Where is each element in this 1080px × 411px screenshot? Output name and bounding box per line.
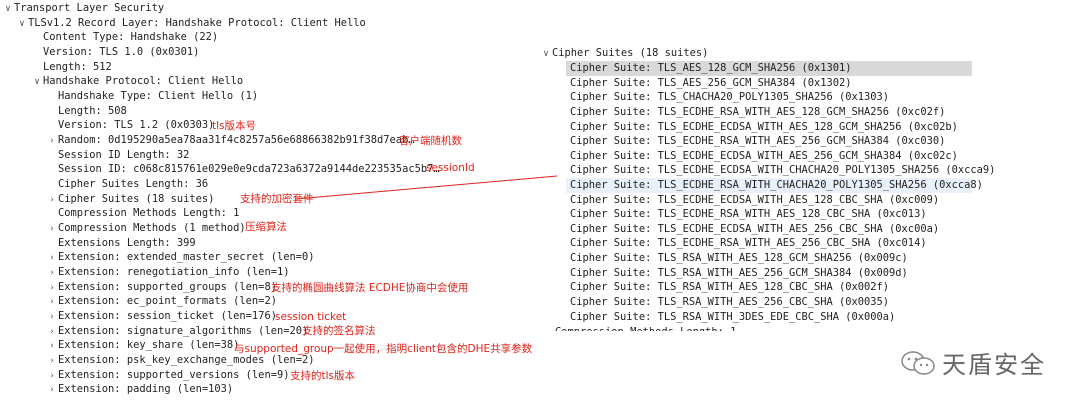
annotation-compression: 压缩算法 — [245, 221, 287, 233]
tree-row-ext-renegotiation-info[interactable]: › Extension: renegotiation_info (len=1) — [46, 265, 289, 280]
tree-row-tls[interactable]: ∨ Transport Layer Security — [2, 1, 164, 16]
cipher-suite-row[interactable]: Cipher Suite: TLS_ECDHE_ECDSA_WITH_CHACH… — [570, 163, 995, 178]
tree-row-record-layer[interactable]: ∨ TLSv1.2 Record Layer: Handshake Protoco… — [16, 16, 366, 31]
cipher-suite-row[interactable]: Cipher Suite: TLS_RSA_WITH_AES_256_CBC_S… — [570, 295, 889, 310]
cipher-suite-row[interactable]: Cipher Suite: TLS_ECDHE_ECDSA_WITH_AES_1… — [570, 120, 958, 135]
tree-row-cipher-suites[interactable]: › Cipher Suites (18 suites) — [46, 192, 214, 207]
expand-toggle-icon[interactable]: › — [46, 266, 58, 281]
cipher-suite-row[interactable]: Cipher Suite: TLS_RSA_WITH_3DES_EDE_CBC_… — [570, 310, 895, 325]
annotation-key-share: 与supported_group一起使用，指明client包含的DHE共享参数 — [234, 343, 533, 355]
tree-row-handshake-length[interactable]: Length: 508 — [46, 104, 127, 119]
cipher-suite-row[interactable]: Cipher Suite: TLS_ECDHE_ECDSA_WITH_AES_2… — [570, 149, 958, 164]
cipher-suite-row[interactable]: Cipher Suite: TLS_ECDHE_RSA_WITH_AES_128… — [570, 105, 945, 120]
cipher-suite-row[interactable]: Cipher Suite: TLS_ECDHE_RSA_WITH_AES_128… — [570, 207, 927, 222]
tree-row-ext-supported-versions[interactable]: › Extension: supported_versions (len=9) — [46, 368, 289, 383]
wechat-icon — [901, 350, 935, 375]
expand-toggle-icon[interactable]: › — [46, 134, 58, 149]
annotation-random: 客户端随机数 — [399, 135, 462, 147]
expand-toggle-icon[interactable]: › — [46, 383, 58, 398]
tree-row-cipher-suites-length[interactable]: Cipher Suites Length: 36 — [46, 177, 208, 192]
expand-toggle-icon[interactable]: › — [46, 310, 58, 325]
tree-row-content-type[interactable]: Content Type: Handshake (22) — [31, 30, 218, 45]
tree-row-handshake-version[interactable]: Version: TLS 1.2 (0x0303) — [46, 118, 214, 133]
expand-toggle-icon[interactable]: ∨ — [31, 75, 43, 90]
cipher-suite-row[interactable]: Cipher Suite: TLS_CHACHA20_POLY1305_SHA2… — [570, 90, 889, 105]
tree-row-record-version[interactable]: Version: TLS 1.0 (0x0301) — [31, 45, 199, 60]
tree-row-extensions-length[interactable]: Extensions Length: 399 — [46, 236, 196, 251]
annotation-session-ticket: session ticket — [275, 311, 347, 323]
tree-row-session-id-length[interactable]: Session ID Length: 32 — [46, 148, 189, 163]
cipher-suites-header[interactable]: ∨ Cipher Suites (18 suites) — [540, 46, 708, 61]
cipher-suite-row[interactable]: Cipher Suite: TLS_ECDHE_ECDSA_WITH_AES_2… — [570, 222, 939, 237]
cipher-suite-row[interactable]: Cipher Suite: TLS_ECDHE_RSA_WITH_AES_256… — [570, 134, 945, 149]
tree-row-record-length[interactable]: Length: 512 — [31, 60, 112, 75]
cipher-suite-row[interactable]: Cipher Suite: TLS_ECDHE_RSA_WITH_CHACHA2… — [570, 178, 983, 193]
expand-toggle-icon[interactable]: › — [46, 295, 58, 310]
annotation-supported-groups: 支持的椭圆曲线算法 ECDHE协商中会使用 — [271, 282, 469, 294]
tree-row-compression-methods[interactable]: › Compression Methods (1 method) — [46, 221, 245, 237]
watermark-text: 天盾安全 — [942, 351, 1046, 379]
tree-row-handshake[interactable]: ∨ Handshake Protocol: Client Hello — [31, 74, 243, 89]
tree-row-ext-ec-point-formats[interactable]: › Extension: ec_point_formats (len=2) — [46, 294, 277, 309]
cipher-suite-row[interactable]: Cipher Suite: TLS_AES_256_GCM_SHA384 (0x… — [570, 76, 852, 91]
annotation-version: tls版本号 — [212, 120, 257, 132]
tree-row-ext-extended-master-secret[interactable]: › Extension: extended_master_secret (len=… — [46, 250, 314, 265]
tree-row-compression-length[interactable]: Compression Methods Length: 1 — [46, 206, 239, 221]
expand-toggle-icon[interactable]: › — [46, 339, 58, 354]
expand-toggle-icon[interactable]: › — [46, 251, 58, 266]
annotation-cipher-suites: 支持的加密套件 — [240, 193, 314, 205]
annotation-supported-versions: 支持的tls版本 — [290, 370, 356, 382]
cipher-suite-row[interactable]: Cipher Suite: TLS_RSA_WITH_AES_128_CBC_S… — [570, 280, 889, 295]
expand-toggle-icon[interactable]: ∨ — [540, 47, 552, 62]
expand-toggle-icon[interactable]: ∨ — [2, 2, 14, 17]
tree-row-ext-session-ticket[interactable]: › Extension: session_ticket (len=176) — [46, 309, 277, 324]
cipher-suite-row[interactable]: Cipher Suite: TLS_ECDHE_RSA_WITH_AES_256… — [570, 236, 927, 251]
tree-row-ext-key-share[interactable]: › Extension: key_share (len=38) — [46, 338, 239, 353]
tree-row-handshake-type[interactable]: Handshake Type: Client Hello (1) — [46, 89, 258, 104]
watermark: 天盾安全 — [900, 345, 1046, 380]
tree-row-ext-supported-groups[interactable]: › Extension: supported_groups (len=8) — [46, 280, 277, 295]
cipher-suite-row[interactable]: Cipher Suite: TLS_RSA_WITH_AES_256_GCM_S… — [570, 266, 908, 281]
expand-toggle-icon[interactable]: ∨ — [16, 17, 28, 32]
annotation-session-id: sessionId — [426, 162, 475, 174]
tree-row-ext-padding[interactable]: › Extension: padding (len=103) — [46, 382, 233, 397]
tree-row-session-id[interactable]: Session ID: c068c815761e029e0e9cda723a63… — [46, 162, 440, 177]
clipped-row: Compression Methods Length: 1 — [555, 325, 736, 331]
expand-toggle-icon[interactable]: › — [46, 354, 58, 369]
tree-row-ext-signature-algorithms[interactable]: › Extension: signature_algorithms (len=20… — [46, 324, 308, 339]
annotation-signature-algorithms: 支持的签名算法 — [302, 325, 376, 337]
tree-row-random[interactable]: › Random: 0d195290a5ea78aa31f4c8257a56e68… — [46, 133, 414, 149]
cipher-suite-row[interactable]: Cipher Suite: TLS_ECDHE_ECDSA_WITH_AES_1… — [570, 193, 939, 208]
cipher-suite-row[interactable]: Cipher Suite: TLS_AES_128_GCM_SHA256 (0x… — [570, 61, 852, 76]
expand-toggle-icon[interactable]: › — [46, 222, 58, 237]
cipher-suite-row[interactable]: Cipher Suite: TLS_RSA_WITH_AES_128_GCM_S… — [570, 251, 908, 266]
